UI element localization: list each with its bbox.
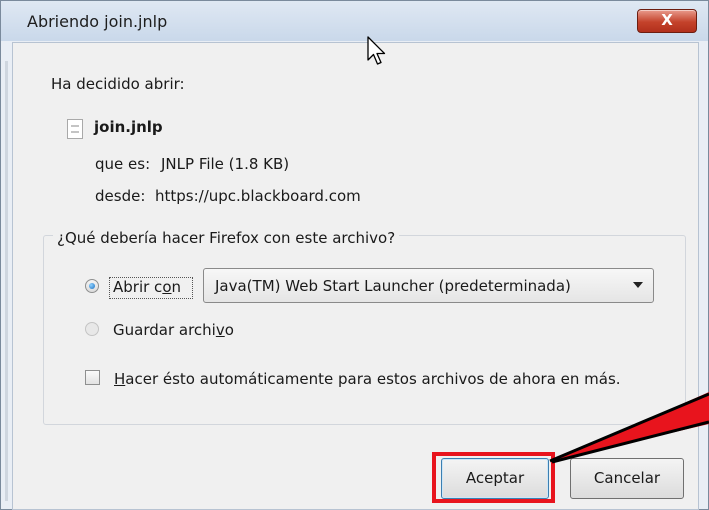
open-with-app-select[interactable]: Java(TM) Web Start Launcher (predetermin… [203, 268, 654, 303]
close-icon: X [661, 11, 673, 29]
close-button[interactable]: X [637, 9, 697, 33]
file-name: join.jnlp [94, 118, 163, 136]
chevron-down-icon [633, 282, 643, 288]
open-with-label[interactable]: Abrir con [113, 278, 181, 296]
mouse-pointer-icon [367, 36, 386, 65]
file-icon [67, 119, 83, 139]
window-frame-divider [5, 61, 8, 501]
save-file-radio[interactable] [85, 322, 99, 336]
type-label: que es: [95, 155, 151, 173]
decided-label: Ha decidido abrir: [51, 75, 185, 93]
from-label: desde: [95, 187, 146, 205]
save-file-label[interactable]: Guardar archivo [113, 321, 234, 339]
action-question: ¿Qué debería hacer Firefox con este arch… [53, 229, 400, 247]
window-title: Abriendo join.jnlp [27, 12, 168, 31]
open-with-radio[interactable] [85, 279, 99, 293]
annotation-highlight-box [432, 452, 555, 503]
auto-action-checkbox[interactable] [85, 370, 100, 385]
annotation-arrow [549, 392, 709, 464]
from-value: https://upc.blackboard.com [155, 187, 361, 205]
title-bar[interactable]: Abriendo join.jnlp X [1, 1, 708, 41]
type-value: JNLP File (1.8 KB) [161, 155, 290, 173]
open-with-app-value: Java(TM) Web Start Launcher (predetermin… [215, 277, 571, 295]
